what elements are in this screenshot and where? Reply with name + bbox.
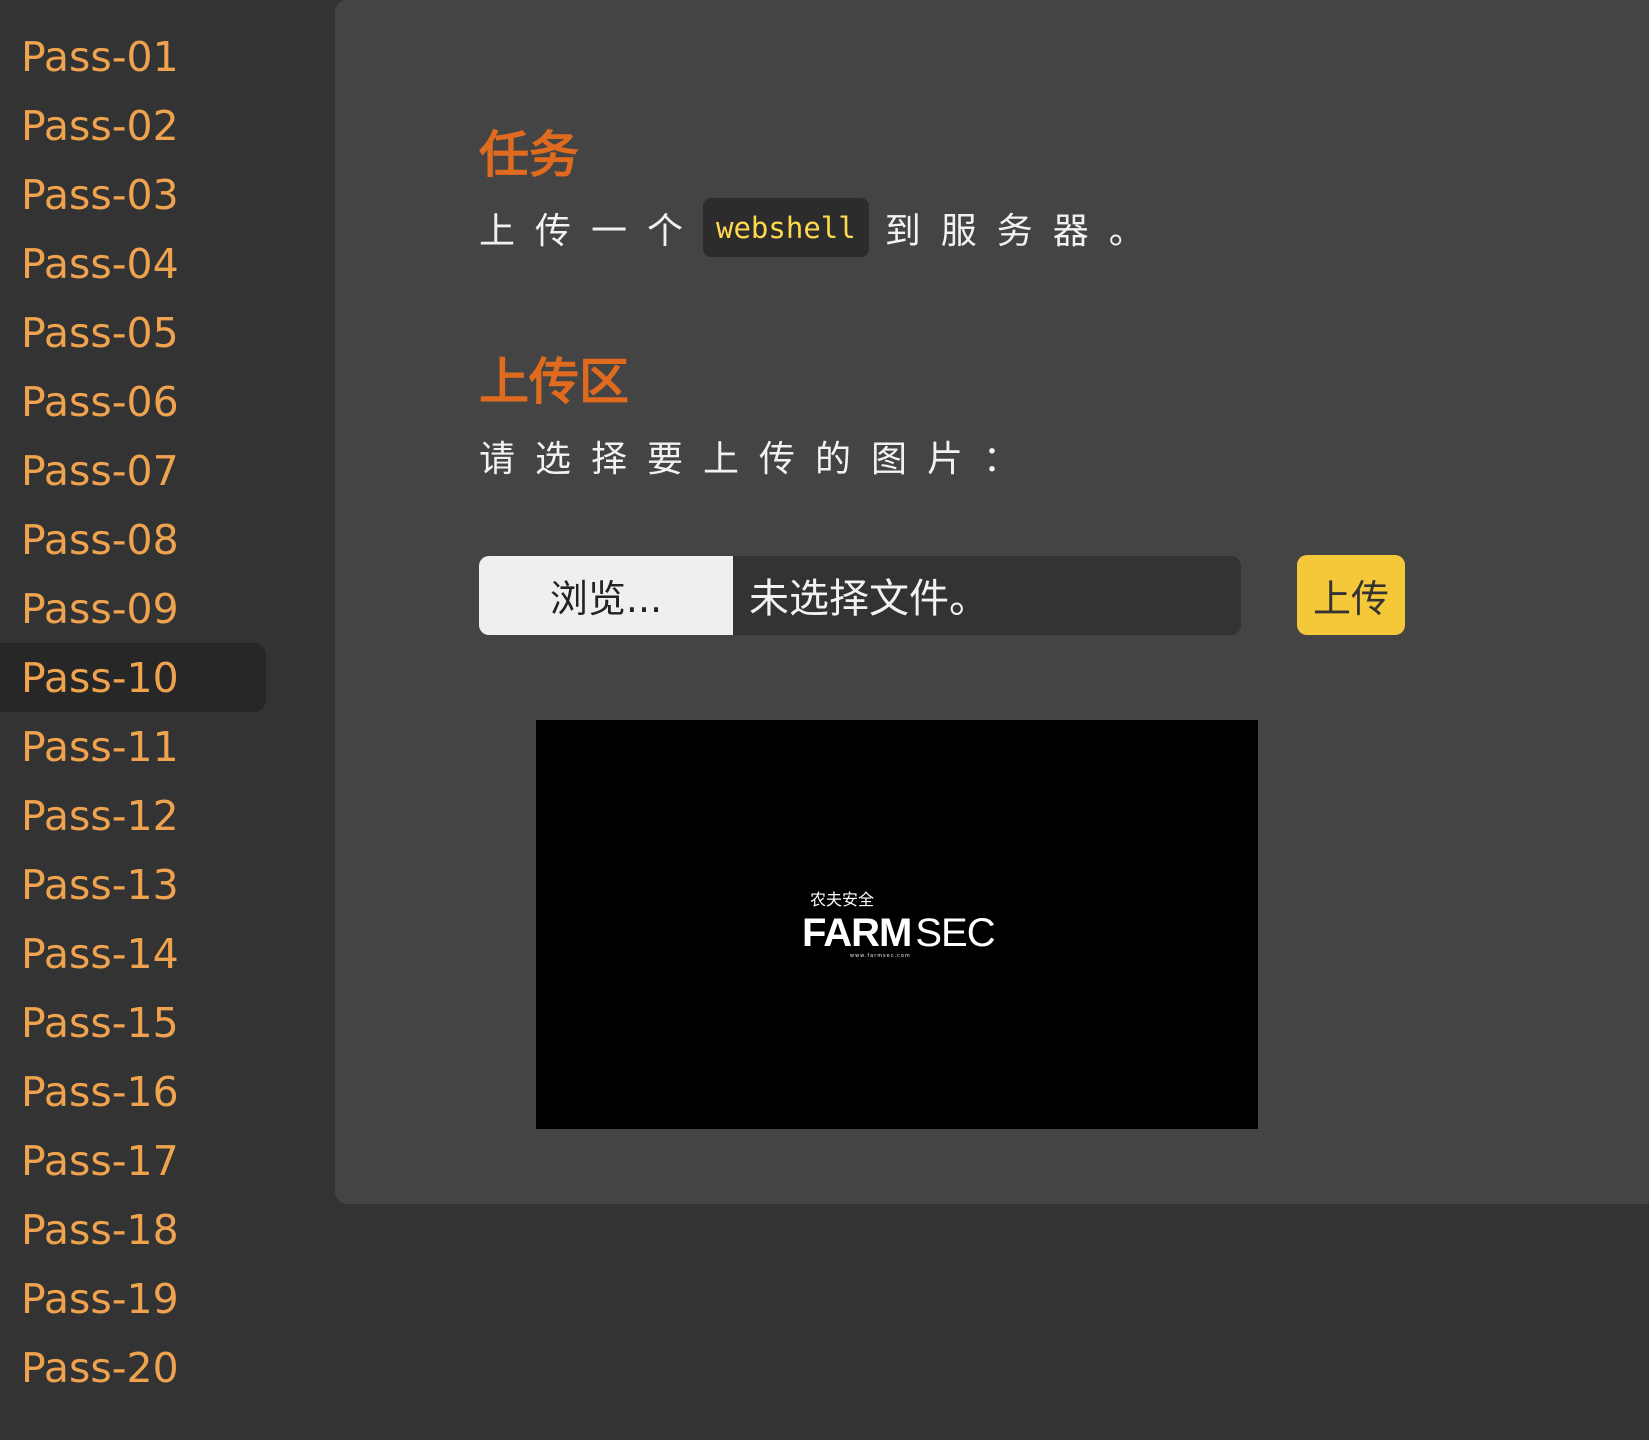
farmsec-logo: 农夫安全 FARM SEC www.farmsec.com (802, 890, 996, 962)
file-status: 未选择文件。 (749, 576, 989, 622)
sidebar-item-label: Pass-09 (21, 584, 179, 633)
sidebar-item-label: Pass-15 (21, 998, 179, 1047)
sidebar-item-label: Pass-05 (21, 308, 179, 357)
upload-button[interactable]: 上传 (1297, 555, 1405, 635)
pass-navigation: Pass-01 Pass-02 Pass-03 Pass-04 Pass-05 … (0, 0, 300, 1402)
sidebar-item-pass-16[interactable]: Pass-16 (0, 1057, 266, 1126)
logo-url-text: www.farmsec.com (850, 953, 911, 959)
sidebar-item-pass-11[interactable]: Pass-11 (0, 712, 266, 781)
sidebar-item-label: Pass-14 (21, 929, 179, 978)
file-input[interactable]: 浏览... 未选择文件。 (479, 555, 1241, 635)
sidebar-item-label: Pass-19 (21, 1274, 179, 1323)
file-upload-row: 浏览... 未选择文件。 上传 (479, 555, 1405, 635)
webshell-code: webshell (703, 198, 869, 257)
sidebar-item-pass-03[interactable]: Pass-03 (0, 160, 266, 229)
sidebar-item-label: Pass-17 (21, 1136, 179, 1185)
sidebar-item-label: Pass-04 (21, 239, 179, 288)
sidebar: Pass-01 Pass-02 Pass-03 Pass-04 Pass-05 … (0, 0, 300, 1440)
sidebar-item-pass-02[interactable]: Pass-02 (0, 91, 266, 160)
sidebar-item-label: Pass-11 (21, 722, 179, 771)
logo-farm-text: FARM (802, 911, 912, 955)
sidebar-item-pass-06[interactable]: Pass-06 (0, 367, 266, 436)
sidebar-item-label: Pass-01 (21, 32, 179, 81)
sidebar-item-label: Pass-07 (21, 446, 179, 495)
image-preview: 农夫安全 FARM SEC www.farmsec.com (536, 720, 1258, 1129)
page: Pass-01 Pass-02 Pass-03 Pass-04 Pass-05 … (0, 0, 1649, 1440)
task-title: 任务 (479, 125, 579, 184)
choose-image-label: 请选择要上传的图片： (479, 439, 1040, 480)
sidebar-item-label: Pass-20 (21, 1343, 179, 1392)
logo-english-text: FARM SEC (802, 911, 996, 955)
sidebar-item-pass-14[interactable]: Pass-14 (0, 919, 266, 988)
sidebar-item-pass-10[interactable]: Pass-10 (0, 643, 266, 712)
sidebar-item-label: Pass-08 (21, 515, 179, 564)
sidebar-item-pass-20[interactable]: Pass-20 (0, 1333, 266, 1402)
sidebar-item-pass-17[interactable]: Pass-17 (0, 1126, 266, 1195)
sidebar-item-pass-05[interactable]: Pass-05 (0, 298, 266, 367)
sidebar-item-label: Pass-10 (21, 653, 179, 702)
logo-chinese-text: 农夫安全 (810, 890, 875, 909)
task-suffix: 到服务器。 (884, 210, 1165, 252)
sidebar-item-label: Pass-16 (21, 1067, 179, 1116)
sidebar-item-pass-01[interactable]: Pass-01 (0, 22, 266, 91)
sidebar-item-pass-13[interactable]: Pass-13 (0, 850, 266, 919)
sidebar-item-pass-09[interactable]: Pass-09 (0, 574, 266, 643)
sidebar-item-label: Pass-03 (21, 170, 179, 219)
upload-title: 上传区 (479, 352, 629, 411)
sidebar-item-pass-12[interactable]: Pass-12 (0, 781, 266, 850)
sidebar-item-label: Pass-12 (21, 791, 179, 840)
sidebar-item-pass-18[interactable]: Pass-18 (0, 1195, 266, 1264)
browse-button[interactable]: 浏览... (479, 555, 733, 635)
sidebar-item-label: Pass-18 (21, 1205, 179, 1254)
task-prefix: 上传一个 (479, 210, 704, 252)
sidebar-item-label: Pass-02 (21, 101, 179, 150)
sidebar-item-pass-08[interactable]: Pass-08 (0, 505, 266, 574)
sidebar-item-pass-15[interactable]: Pass-15 (0, 988, 266, 1057)
logo-sec-text: SEC (915, 911, 995, 955)
sidebar-item-pass-19[interactable]: Pass-19 (0, 1264, 266, 1333)
task-description: 上传一个 webshell 到服务器。 (479, 198, 1165, 257)
sidebar-item-pass-04[interactable]: Pass-04 (0, 229, 266, 298)
sidebar-item-label: Pass-13 (21, 860, 179, 909)
sidebar-item-label: Pass-06 (21, 377, 179, 426)
sidebar-item-pass-07[interactable]: Pass-07 (0, 436, 266, 505)
